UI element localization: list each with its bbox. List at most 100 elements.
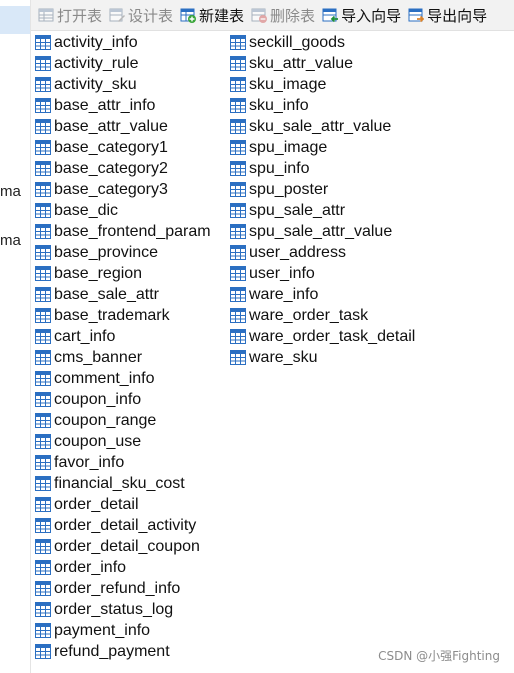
- table-item[interactable]: comment_info: [35, 368, 211, 389]
- table-item[interactable]: base_attr_info: [35, 95, 211, 116]
- table-grid-icon: [35, 203, 51, 218]
- selected-connection-row[interactable]: [0, 6, 31, 34]
- design-table-button[interactable]: 设计表: [109, 5, 173, 26]
- table-item-label: sku_attr_value: [249, 54, 354, 72]
- table-item[interactable]: cms_banner: [35, 347, 211, 368]
- table-item-label: comment_info: [54, 369, 155, 387]
- table-grid-icon: [35, 581, 51, 596]
- table-item-label: base_trademark: [54, 306, 170, 324]
- table-grid-icon: [230, 245, 246, 260]
- table-item[interactable]: base_frontend_param: [35, 221, 211, 242]
- table-grid-icon: [35, 119, 51, 134]
- table-grid-icon: [230, 224, 246, 239]
- table-item[interactable]: sku_image: [230, 74, 415, 95]
- table-item[interactable]: order_refund_info: [35, 578, 211, 599]
- table-grid-icon: [35, 245, 51, 260]
- table-item[interactable]: order_status_log: [35, 599, 211, 620]
- table-item[interactable]: spu_sale_attr_value: [230, 221, 415, 242]
- nav-item-fragment[interactable]: ma: [0, 232, 21, 249]
- table-item-label: ware_order_task_detail: [249, 327, 416, 345]
- table-item-label: ware_order_task: [249, 306, 369, 324]
- new-table-button[interactable]: 新建表: [180, 5, 244, 26]
- table-item[interactable]: coupon_use: [35, 431, 211, 452]
- table-grid-icon: [35, 623, 51, 638]
- table-item-label: ware_sku: [249, 348, 318, 366]
- table-item[interactable]: spu_info: [230, 158, 415, 179]
- table-item[interactable]: cart_info: [35, 326, 211, 347]
- table-grid-icon: [35, 329, 51, 344]
- table-item[interactable]: activity_sku: [35, 74, 211, 95]
- import-wizard-button[interactable]: 导入向导: [322, 5, 401, 26]
- table-item[interactable]: order_detail_coupon: [35, 536, 211, 557]
- table-item[interactable]: sku_attr_value: [230, 53, 415, 74]
- table-item[interactable]: payment_info: [35, 620, 211, 641]
- delete-table-button[interactable]: 删除表: [251, 5, 315, 26]
- table-item[interactable]: ware_order_task: [230, 305, 415, 326]
- table-grid-icon: [230, 35, 246, 50]
- table-item[interactable]: base_region: [35, 263, 211, 284]
- open-table-label: 打开表: [57, 7, 103, 25]
- table-item[interactable]: coupon_range: [35, 410, 211, 431]
- table-item[interactable]: base_province: [35, 242, 211, 263]
- table-item-label: refund_payment: [54, 642, 170, 660]
- nav-item-fragment[interactable]: ma: [0, 183, 21, 200]
- table-grid-icon: [35, 413, 51, 428]
- table-grid-icon: [230, 140, 246, 155]
- table-item[interactable]: spu_sale_attr: [230, 200, 415, 221]
- table-list-column-2: seckill_goods sku_attr_value sku_image sku_…: [230, 32, 415, 368]
- table-item[interactable]: favor_info: [35, 452, 211, 473]
- table-grid-icon: [35, 35, 51, 50]
- table-item[interactable]: spu_image: [230, 137, 415, 158]
- table-grid-icon: [230, 308, 246, 323]
- table-grid-icon: [35, 518, 51, 533]
- table-item-label: base_province: [54, 243, 159, 261]
- table-item[interactable]: refund_payment: [35, 641, 211, 662]
- table-item[interactable]: ware_sku: [230, 347, 415, 368]
- table-item[interactable]: sku_info: [230, 95, 415, 116]
- table-item[interactable]: activity_rule: [35, 53, 211, 74]
- table-item[interactable]: user_address: [230, 242, 415, 263]
- table-grid-icon: [35, 182, 51, 197]
- table-grid-icon: [35, 371, 51, 386]
- table-item[interactable]: coupon_info: [35, 389, 211, 410]
- table-grid-icon: [35, 350, 51, 365]
- table-item[interactable]: base_category1: [35, 137, 211, 158]
- table-item-label: user_info: [249, 264, 315, 282]
- table-item-label: order_detail_coupon: [54, 537, 200, 555]
- table-item[interactable]: seckill_goods: [230, 32, 415, 53]
- open-table-button[interactable]: 打开表: [38, 5, 102, 26]
- table-item[interactable]: base_attr_value: [35, 116, 211, 137]
- table-grid-icon: [35, 140, 51, 155]
- table-item-label: financial_sku_cost: [54, 474, 185, 492]
- table-item[interactable]: order_detail: [35, 494, 211, 515]
- table-item-label: base_attr_value: [54, 117, 168, 135]
- table-item[interactable]: order_info: [35, 557, 211, 578]
- navigation-pane: ma ma: [0, 0, 31, 673]
- table-item-label: base_frontend_param: [54, 222, 211, 240]
- table-grid-icon: [230, 350, 246, 365]
- table-grid-icon: [35, 161, 51, 176]
- table-item[interactable]: activity_info: [35, 32, 211, 53]
- table-grid-icon: [35, 644, 51, 659]
- table-item[interactable]: order_detail_activity: [35, 515, 211, 536]
- table-item[interactable]: ware_order_task_detail: [230, 326, 415, 347]
- table-item[interactable]: spu_poster: [230, 179, 415, 200]
- table-item[interactable]: ware_info: [230, 284, 415, 305]
- table-item-label: spu_sale_attr_value: [249, 222, 393, 240]
- table-item[interactable]: user_info: [230, 263, 415, 284]
- table-item[interactable]: sku_sale_attr_value: [230, 116, 415, 137]
- table-item-label: order_detail_activity: [54, 516, 197, 534]
- table-grid-icon: [35, 56, 51, 71]
- table-item-label: cms_banner: [54, 348, 143, 366]
- table-grid-icon: [35, 287, 51, 302]
- table-grid-icon: [230, 98, 246, 113]
- table-list-column-1: activity_info activity_rule activity_sku ba…: [35, 32, 211, 662]
- table-item[interactable]: base_category2: [35, 158, 211, 179]
- table-grid-icon: [230, 119, 246, 134]
- table-item[interactable]: base_trademark: [35, 305, 211, 326]
- table-item[interactable]: base_dic: [35, 200, 211, 221]
- table-item[interactable]: financial_sku_cost: [35, 473, 211, 494]
- table-item[interactable]: base_sale_attr: [35, 284, 211, 305]
- export-wizard-button[interactable]: 导出向导: [408, 5, 487, 26]
- table-item[interactable]: base_category3: [35, 179, 211, 200]
